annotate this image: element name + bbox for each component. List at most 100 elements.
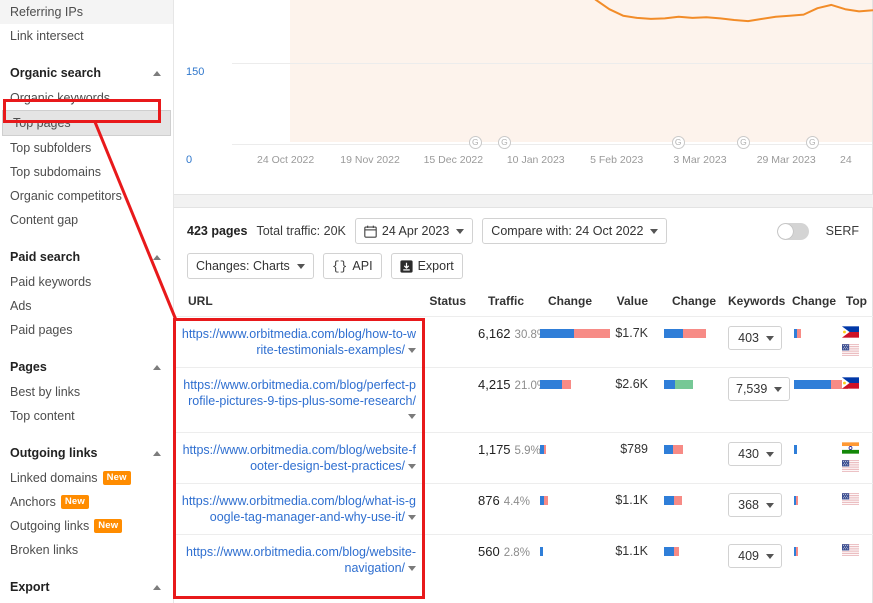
keywords-dropdown-button[interactable]: 368 [728, 493, 782, 517]
google-update-marker-icon[interactable]: G [805, 136, 819, 149]
chart-line-organic-traffic [594, 0, 873, 23]
chart-y-tick-zero: 0 [186, 154, 193, 166]
sidebar-group-pages[interactable]: Pages [0, 354, 173, 380]
table-header-change[interactable]: Change [786, 290, 838, 317]
sidebar-group-organic-search[interactable]: Organic search [0, 60, 173, 86]
cell-traffic-change [530, 432, 598, 484]
sidebar-item-content-gap[interactable]: Content gap [0, 208, 173, 232]
bar-previous [664, 547, 674, 557]
cell-top-countries [838, 483, 873, 535]
serp-toggle-label: SERF [825, 224, 859, 238]
sidebar-group-label: Outgoing links [10, 446, 98, 460]
sidebar-item-link-intersect[interactable]: Link intersect [0, 24, 173, 48]
keywords-dropdown-button[interactable]: 7,539 [728, 377, 791, 401]
chart-x-tick: 10 Jan 2023 [506, 154, 565, 166]
table-row: https://www.orbitmedia.com/blog/perfect-… [174, 367, 873, 433]
traffic-change-bar [540, 547, 543, 557]
sidebar-item-organic-competitors[interactable]: Organic competitors [0, 184, 173, 208]
sidebar-item-top-pages[interactable]: Top pages [2, 110, 171, 136]
sidebar-group-export[interactable]: Export [0, 574, 173, 600]
google-update-marker-icon[interactable]: G [497, 136, 511, 149]
keywords-dropdown-button[interactable]: 403 [728, 326, 782, 350]
sidebar-item-broken-links[interactable]: Broken links [0, 538, 173, 562]
keywords-dropdown-button[interactable]: 430 [728, 442, 782, 466]
keywords-dropdown-button[interactable]: 409 [728, 544, 782, 568]
cell-keywords-change [786, 316, 838, 368]
sidebar: Referring IPs Link intersect Organic searc… [0, 0, 174, 603]
serp-toggle-knob [777, 223, 793, 239]
sidebar-item-anchors[interactable]: Anchors New [0, 490, 173, 514]
google-update-marker-icon[interactable]: G [736, 136, 750, 149]
date-picker-button[interactable]: 24 Apr 2023 [354, 218, 474, 244]
flag-in-icon [842, 442, 859, 454]
page-url-link[interactable]: https://www.orbitmedia.com/blog/what-is-… [182, 494, 416, 524]
chart-plot-area: 150300450 [186, 0, 873, 145]
sidebar-item-top-content[interactable]: Top content [0, 404, 173, 428]
cell-url: https://www.orbitmedia.com/blog/how-to-w… [174, 316, 422, 368]
cell-keywords-change [786, 534, 838, 585]
compare-with-button[interactable]: Compare with: 24 Oct 2022 [482, 218, 668, 244]
changes-charts-button[interactable]: Changes: Charts [187, 253, 314, 279]
main-content: 150300450 0 24 Oct 2022 19 Nov 2022 15 Dec … [174, 0, 873, 603]
sidebar-item-organic-keywords[interactable]: Organic keywords [0, 86, 173, 110]
table-header-keywords[interactable]: Keywords [722, 290, 786, 317]
cell-keywords: 430 [722, 432, 786, 484]
cell-status [422, 483, 472, 535]
table-header-traffic[interactable]: Traffic [472, 290, 530, 317]
sidebar-item-paid-pages[interactable]: Paid pages [0, 318, 173, 342]
sidebar-item-label: Ads [10, 299, 32, 313]
calendar-icon [364, 225, 377, 238]
bar-previous [540, 547, 543, 557]
sidebar-group-label: Pages [10, 360, 47, 374]
api-button[interactable]: {} API [322, 253, 382, 279]
sidebar-group-paid-search[interactable]: Paid search [0, 244, 173, 270]
sidebar-item-ads[interactable]: Ads [0, 294, 173, 318]
sidebar-item-outgoing-links[interactable]: Outgoing links New [0, 514, 173, 538]
table-header-change[interactable]: Change [654, 290, 722, 317]
table-header-url[interactable]: URL [174, 290, 422, 317]
sidebar-item-referring-ips[interactable]: Referring IPs [0, 0, 173, 24]
export-button[interactable]: Export [390, 253, 463, 279]
cell-top-countries [838, 367, 873, 433]
bar-current [544, 496, 548, 506]
url-menu-caret-icon[interactable] [408, 414, 416, 420]
google-update-marker-icon[interactable]: G [468, 136, 482, 149]
page-url-link[interactable]: https://www.orbitmedia.com/blog/how-to-w… [182, 327, 416, 357]
url-menu-caret-icon[interactable] [408, 464, 416, 470]
chevron-up-icon [153, 450, 161, 456]
sidebar-item-best-by-links[interactable]: Best by links [0, 380, 173, 404]
sidebar-group-outgoing-links[interactable]: Outgoing links [0, 440, 173, 466]
google-update-marker-icon[interactable]: G [671, 136, 685, 149]
table-header-value[interactable]: Value [598, 290, 654, 317]
sidebar-item-paid-keywords[interactable]: Paid keywords [0, 270, 173, 294]
url-menu-caret-icon[interactable] [408, 348, 416, 354]
toolbar-row-filters: 423 pages Total traffic: 20K 24 Apr 2023 [187, 218, 859, 244]
sidebar-item-top-subdomains[interactable]: Top subdomains [0, 160, 173, 184]
keywords-change-bar [794, 496, 798, 506]
toolbar-row-actions: Changes: Charts {} API Export [187, 253, 859, 279]
keywords-count: 7,539 [736, 382, 768, 396]
serp-toggle[interactable] [776, 222, 809, 240]
sidebar-item-linked-domains[interactable]: Linked domains New [0, 466, 173, 490]
cell-top-countries [838, 534, 873, 585]
page-url-link[interactable]: https://www.orbitmedia.com/blog/website-… [186, 545, 416, 575]
api-label: API [352, 259, 373, 273]
url-menu-caret-icon[interactable] [408, 566, 416, 572]
total-traffic-stat: Total traffic: 20K [256, 224, 346, 238]
bar-previous [664, 380, 675, 390]
sidebar-item-label: Linked domains [10, 471, 98, 485]
table-header-status[interactable]: Status [422, 290, 472, 317]
sidebar-item-top-subfolders[interactable]: Top subfolders [0, 136, 173, 160]
traffic-chart-card: 150300450 0 24 Oct 2022 19 Nov 2022 15 Dec … [174, 0, 873, 195]
url-menu-caret-icon[interactable] [408, 515, 416, 521]
chart-x-tick: 29 Mar 2023 [756, 154, 816, 166]
keywords-change-bar [794, 547, 798, 557]
table-row: https://www.orbitmedia.com/blog/website-… [174, 534, 873, 585]
table-header-top[interactable]: Top [838, 290, 873, 317]
page-url-link[interactable]: https://www.orbitmedia.com/blog/website-… [183, 443, 416, 473]
page-url-link[interactable]: https://www.orbitmedia.com/blog/perfect-… [183, 378, 416, 408]
changes-charts-label: Changes: Charts [196, 259, 290, 273]
keywords-count: 403 [738, 331, 759, 345]
download-icon [399, 259, 413, 273]
table-header-change[interactable]: Change [530, 290, 598, 317]
